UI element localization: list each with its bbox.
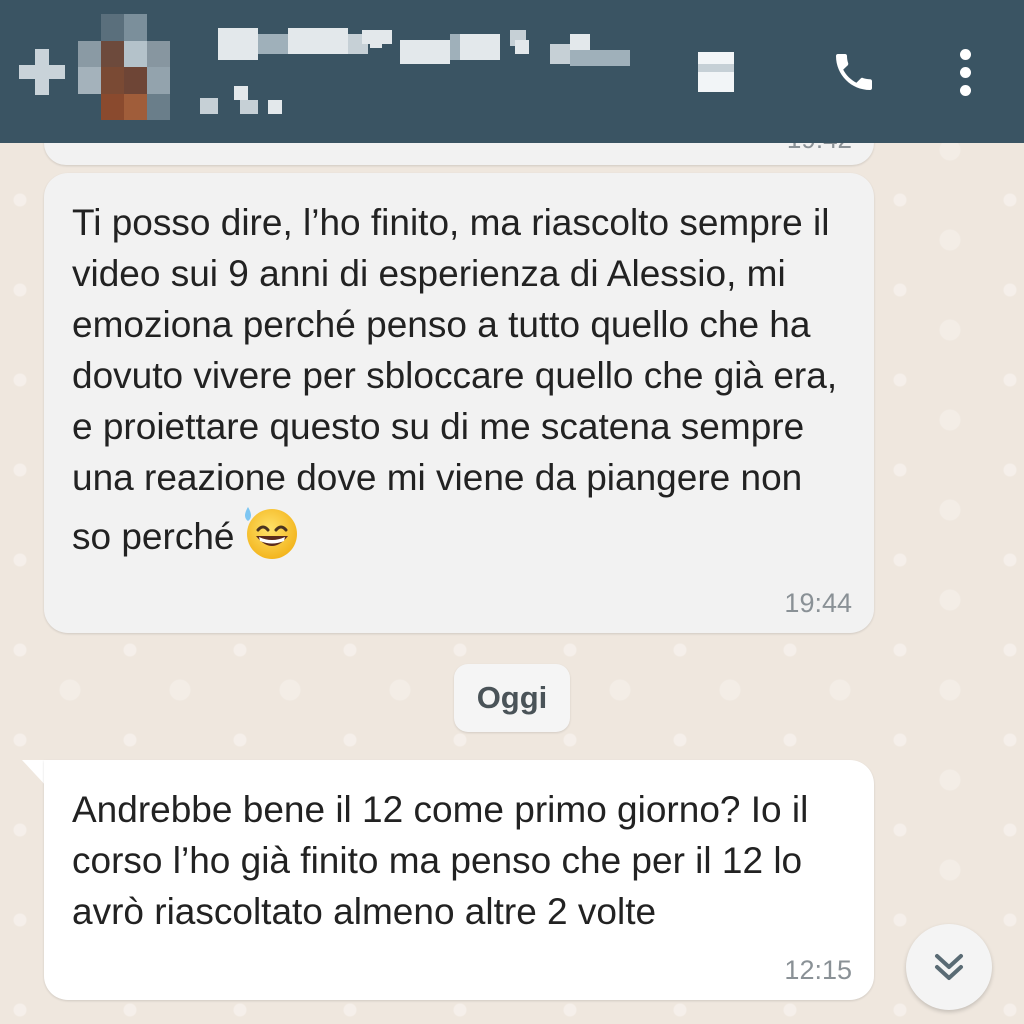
avatar[interactable] [78,14,170,120]
double-chevron-down-icon [935,954,963,980]
chat-header [0,0,1024,143]
message-text-content: Ti posso dire, l’ho finito, ma riascolto… [72,202,848,557]
more-vertical-icon[interactable] [940,40,990,104]
message-text: Ti posso dire, l’ho finito, ma riascolto… [72,197,846,562]
message-timestamp: 12:15 [784,955,852,985]
message-text: Andrebbe bene il 12 come primo giorno? I… [72,789,819,932]
message-bubble[interactable]: Andrebbe bene il 12 come primo giorno? I… [44,760,874,1000]
back-arrow-icon[interactable] [14,44,70,100]
date-separator: Oggi [454,664,570,732]
phone-icon[interactable] [822,40,886,104]
message-timestamp: 19:44 [784,588,852,618]
scroll-to-bottom-button[interactable] [906,924,992,1010]
video-call-icon[interactable] [694,44,746,100]
message-bubble[interactable]: Ti posso dire, l’ho finito, ma riascolto… [44,173,874,633]
contact-name-pixelated[interactable] [200,20,690,120]
grinning-face-with-sweat-icon [241,503,299,561]
